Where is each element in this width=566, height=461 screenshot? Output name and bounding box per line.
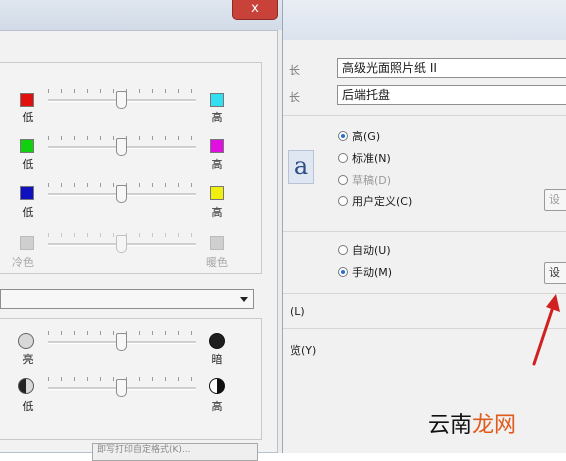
slider-thumb[interactable] [116, 235, 127, 253]
brightness-slider[interactable] [48, 331, 196, 351]
intensity-auto-radio[interactable]: 自动(U) [338, 241, 391, 259]
magenta-green-slider[interactable] [48, 136, 196, 156]
paper-type-dropdown[interactable]: 高级光面照片纸 II [337, 58, 566, 78]
divider [283, 115, 566, 116]
cool-swatch [20, 236, 34, 250]
magenta-swatch [210, 139, 224, 153]
high-label: 高 [211, 158, 223, 171]
watermark-part1: 云南 [428, 413, 473, 438]
dark-circle-icon [209, 333, 225, 349]
cyan-swatch [210, 93, 224, 107]
quality-set-button[interactable]: 设 [544, 189, 566, 211]
paper-source-dropdown[interactable]: 后端托盘 [337, 85, 566, 105]
low-label: 低 [22, 158, 34, 171]
option-l-label[interactable]: (L) [290, 305, 305, 318]
quality-standard-radio[interactable]: 标准(N) [338, 149, 391, 167]
half-dark-left-circle-icon [18, 378, 34, 394]
blue-swatch [20, 186, 34, 200]
low-label: 低 [22, 206, 34, 219]
red-arrow-annotation [532, 294, 560, 366]
yellow-swatch [210, 186, 224, 200]
radio-icon [338, 196, 348, 206]
half-dark-right-circle-icon [209, 378, 225, 394]
close-button[interactable]: x [232, 0, 278, 20]
radio-icon [338, 245, 348, 255]
dark-label: 暗 [211, 353, 223, 366]
slider-thumb[interactable] [116, 91, 127, 109]
watermark-part2: 龙网 [472, 413, 517, 438]
low-label: 低 [22, 111, 34, 124]
watermark: 云南龙网 [428, 407, 516, 439]
warm-label: 暖色 [206, 256, 228, 269]
high-label: 高 [211, 400, 223, 413]
color-adjust-dialog: x 低 高 低 高 低 高 冷色 暖色 亮 暗 低 高 即写打印自定格式(K).… [0, 0, 283, 461]
option-y-label[interactable]: 览(Y) [290, 342, 316, 358]
light-circle-icon [18, 333, 34, 349]
high-label: 高 [211, 206, 223, 219]
slider-thumb[interactable] [116, 333, 127, 351]
red-swatch [20, 93, 34, 107]
radio-icon [338, 267, 348, 277]
warm-swatch [210, 236, 224, 250]
green-swatch [20, 139, 34, 153]
high-label: 高 [211, 111, 223, 124]
paper-source-label-edge: 长 [289, 91, 300, 104]
intensity-manual-radio[interactable]: 手动(M) [338, 263, 392, 281]
color-mode-combobox[interactable] [0, 289, 254, 309]
yellow-blue-slider[interactable] [48, 183, 196, 203]
custom-pattern-button[interactable]: 即写打印自定格式(K)... [92, 443, 258, 461]
quality-draft-radio[interactable]: 草稿(D) [338, 171, 391, 189]
right-window-titlebar [283, 0, 566, 41]
quality-high-radio[interactable]: 高(G) [338, 127, 380, 145]
radio-icon [338, 131, 348, 141]
manual-set-button[interactable]: 设 [544, 262, 566, 284]
low-label: 低 [22, 400, 34, 413]
chevron-down-icon [240, 297, 248, 302]
quality-preview-icon: a [288, 150, 314, 184]
divider [283, 231, 566, 232]
radio-icon [338, 175, 348, 185]
bright-label: 亮 [22, 353, 34, 366]
quality-custom-radio[interactable]: 用户定义(C) [338, 192, 412, 210]
slider-thumb[interactable] [116, 138, 127, 156]
tone-slider[interactable] [48, 233, 196, 253]
cool-label: 冷色 [12, 256, 34, 269]
paper-type-label-edge: 长 [289, 64, 300, 77]
slider-thumb[interactable] [116, 379, 127, 397]
slider-thumb[interactable] [116, 185, 127, 203]
contrast-slider[interactable] [48, 377, 196, 397]
radio-icon [338, 153, 348, 163]
cyan-red-slider[interactable] [48, 89, 196, 109]
